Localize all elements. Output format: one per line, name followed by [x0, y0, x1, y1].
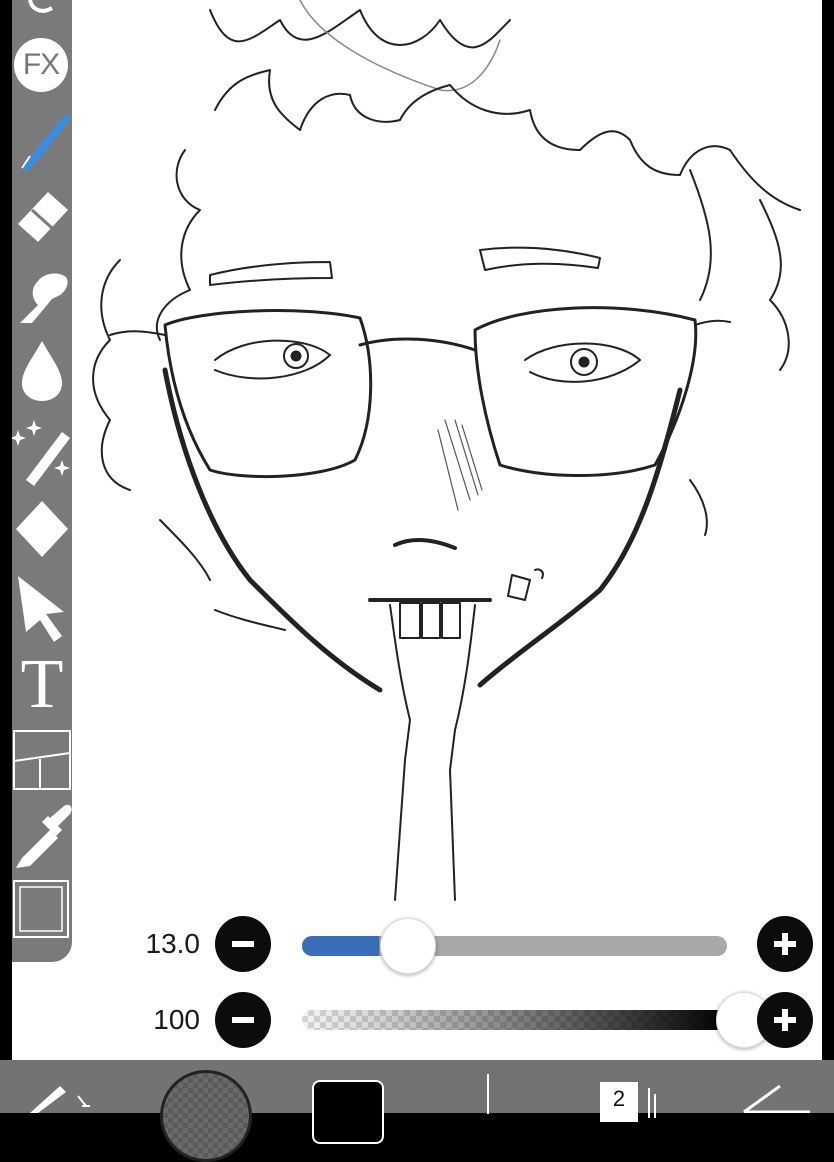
brush-size-slider-fill — [302, 936, 379, 956]
canvas-frame-icon — [13, 880, 69, 938]
eraser-icon — [18, 192, 68, 242]
plus-icon — [774, 933, 796, 955]
color-swatch[interactable] — [312, 1080, 384, 1144]
layers-button[interactable]: 2 — [600, 1082, 638, 1122]
blur-tool[interactable] — [12, 335, 72, 405]
brush-opacity-slider[interactable] — [302, 1010, 727, 1030]
brush-preview[interactable] — [160, 1070, 252, 1162]
magic-wand-icon — [12, 420, 70, 486]
fx-label: FX — [22, 48, 60, 81]
minus-icon — [232, 941, 254, 947]
canvas-tool[interactable] — [12, 875, 72, 945]
drawing-canvas[interactable] — [12, 0, 822, 1060]
fx-button[interactable]: FX — [14, 38, 68, 92]
frame-divider-icon — [13, 730, 71, 790]
brush-settings-button[interactable] — [20, 1078, 100, 1118]
tool-palette: FX T — [12, 0, 72, 962]
smudge-tool[interactable] — [12, 255, 72, 330]
brush-size-increase-button[interactable] — [757, 916, 813, 972]
brush-size-decrease-button[interactable] — [215, 916, 271, 972]
layer-count: 2 — [612, 1086, 626, 1111]
vertical-tool-icon — [487, 1074, 489, 1114]
brush-opacity-value: 100 — [153, 1004, 200, 1035]
brush-size-slider-thumb[interactable] — [379, 918, 436, 974]
plus-icon — [774, 1009, 796, 1031]
minus-icon — [232, 1017, 254, 1023]
fill-diamond-icon — [16, 501, 68, 557]
brush-icon — [21, 114, 70, 172]
settings-icon[interactable] — [12, 0, 72, 20]
drop-icon — [22, 341, 62, 401]
eyedropper-icon — [16, 804, 72, 868]
move-tool[interactable] — [12, 570, 72, 645]
brush-opacity-increase-button[interactable] — [757, 992, 813, 1048]
sketch-drawing — [92, 0, 801, 901]
frame-divider-tool[interactable] — [12, 725, 72, 795]
eraser-tool[interactable] — [12, 180, 72, 250]
brush-size-slider[interactable] — [302, 936, 727, 956]
vertical-tool-button[interactable] — [486, 1074, 492, 1119]
brush-tool[interactable] — [12, 100, 72, 175]
magic-wand-tool[interactable] — [12, 410, 72, 490]
bottom-toolbar: 2 — [0, 1060, 834, 1162]
brush-opacity-decrease-button[interactable] — [215, 992, 271, 1048]
arrow-pointer-icon — [18, 576, 64, 642]
eyedropper-tool[interactable] — [12, 800, 72, 875]
fill-tool[interactable] — [12, 495, 72, 565]
finger-smudge-icon — [20, 273, 68, 323]
undo-icon — [743, 1084, 810, 1114]
text-tool[interactable]: T — [12, 645, 72, 725]
layers-stack-icon — [646, 1088, 658, 1123]
brush-settings-icon — [30, 1086, 90, 1113]
brush-size-value: 13.0 — [145, 928, 201, 959]
text-icon: T — [20, 646, 64, 723]
